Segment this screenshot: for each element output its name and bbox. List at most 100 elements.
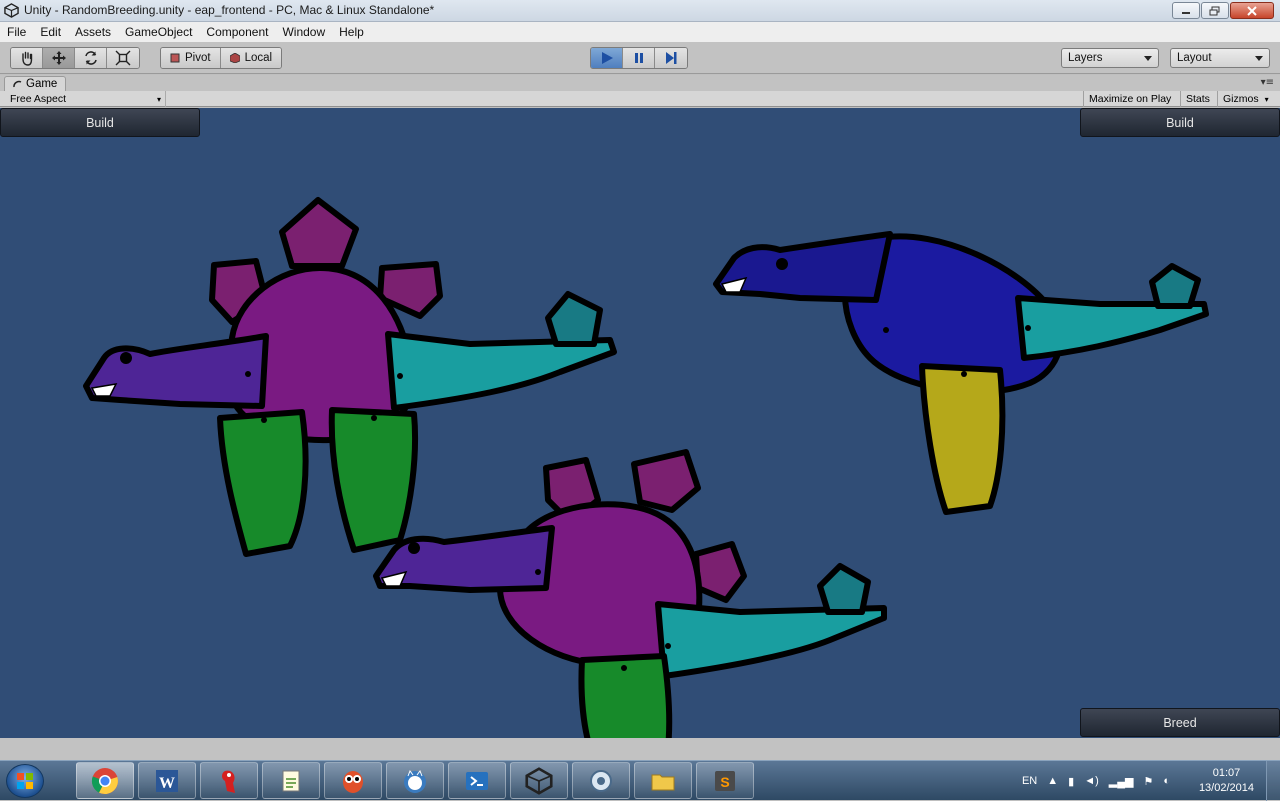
move-arrows-icon: [51, 51, 66, 65]
svg-text:W: W: [159, 775, 175, 792]
clock[interactable]: 01:07 13/02/2014: [1199, 766, 1254, 796]
network-icon[interactable]: ▮: [1068, 775, 1074, 788]
layout-dropdown[interactable]: Layout: [1170, 48, 1270, 68]
play-button[interactable]: [591, 48, 623, 68]
status-bar: [0, 738, 1280, 760]
unity-logo-icon: [4, 3, 19, 18]
menu-assets[interactable]: Assets: [68, 25, 118, 39]
step-button[interactable]: [655, 48, 687, 68]
clock-time: 01:07: [1212, 767, 1241, 779]
gizmos-dropdown[interactable]: Gizmos ▾: [1217, 91, 1274, 107]
local-label: Local: [244, 52, 273, 64]
menu-help[interactable]: Help: [332, 25, 371, 39]
creature-1[interactable]: [83, 197, 617, 557]
chevron-down-icon: ▾: [1264, 94, 1269, 104]
windows-taskbar: W S EN ▲ ▮ ◄) ▂▄▆ ⚑ ◐ 01:07 13/02/2014: [0, 760, 1280, 801]
taskbar-chrome[interactable]: [76, 762, 134, 799]
creature-3-eye: [408, 542, 420, 554]
rotate-tool-button[interactable]: [75, 48, 107, 68]
pivot-toggle-group: Pivot Local: [160, 47, 283, 69]
taskbar-unity[interactable]: [510, 762, 568, 799]
local-cube-icon: [229, 53, 240, 63]
pivot-icon: [170, 53, 180, 63]
build-button-right-label: Build: [1166, 115, 1194, 130]
flag-icon[interactable]: ⚑: [1143, 775, 1153, 788]
taskbar-remote[interactable]: [572, 762, 630, 799]
unity-icon: [525, 766, 553, 795]
minimize-button[interactable]: [1172, 2, 1200, 19]
menu-gameobject[interactable]: GameObject: [118, 25, 199, 39]
chevron-down-icon: [1144, 55, 1152, 61]
windows-logo-icon: [17, 773, 33, 789]
menu-window[interactable]: Window: [275, 25, 332, 39]
taskbar-cat[interactable]: [386, 762, 444, 799]
taskbar-parrot[interactable]: [200, 762, 258, 799]
build-button-left[interactable]: Build: [0, 108, 200, 137]
stats-toggle[interactable]: Stats: [1180, 91, 1215, 107]
taskbar-powershell[interactable]: [448, 762, 506, 799]
layout-label: Layout: [1177, 52, 1212, 64]
volume-icon[interactable]: ◄): [1084, 775, 1099, 787]
creature-1-tail-spike: [545, 291, 603, 347]
chrome-icon: [91, 767, 118, 794]
creature-2-joint: [1025, 325, 1031, 331]
layers-dropdown[interactable]: Layers: [1061, 48, 1159, 68]
scale-tool-button[interactable]: [107, 48, 139, 68]
menu-component[interactable]: Component: [199, 25, 275, 39]
creature-2[interactable]: [713, 231, 1209, 515]
chevron-down-icon: [1255, 55, 1263, 61]
creature-3-joint: [535, 569, 541, 575]
pivot-button[interactable]: Pivot: [161, 48, 221, 68]
language-indicator[interactable]: EN: [1022, 775, 1037, 787]
breed-button-label: Breed: [1163, 715, 1197, 730]
sublime-icon: S: [715, 770, 735, 791]
taskbar-explorer[interactable]: [634, 762, 692, 799]
taskbar-sublime[interactable]: S: [696, 762, 754, 799]
hand-tool-button[interactable]: [11, 48, 43, 68]
start-button[interactable]: [6, 764, 44, 798]
clock-date: 13/02/2014: [1198, 782, 1254, 794]
notepad-icon: [282, 770, 300, 791]
creature-3[interactable]: [373, 449, 887, 738]
aspect-label: Free Aspect: [10, 93, 67, 105]
creature-2-joint: [961, 371, 967, 377]
menu-edit[interactable]: Edit: [33, 25, 68, 39]
creature-1-joint: [371, 415, 377, 421]
signal-icon[interactable]: ▂▄▆: [1109, 775, 1134, 788]
aspect-dropdown[interactable]: Free Aspect ▾: [6, 91, 166, 107]
creature-1-joint: [245, 371, 251, 377]
creature-3-back-plate: [631, 449, 701, 513]
system-tray: EN ▲ ▮ ◄) ▂▄▆ ⚑ ◐: [1022, 761, 1170, 801]
toolbar: Pivot Local Layers Layout: [0, 42, 1280, 74]
build-button-right[interactable]: Build: [1080, 108, 1280, 137]
window-title: Unity - RandomBreeding.unity - eap_front…: [24, 3, 435, 17]
game-viewport[interactable]: Build Build Breed: [0, 108, 1280, 738]
play-icon: [601, 52, 613, 64]
show-desktop-button[interactable]: [1266, 761, 1280, 801]
taskbar-owl[interactable]: [324, 762, 382, 799]
tray-expand-icon[interactable]: ▲: [1047, 775, 1058, 787]
local-button[interactable]: Local: [220, 48, 282, 68]
creature-1-neck-head: [83, 333, 269, 409]
pause-button[interactable]: [623, 48, 655, 68]
tab-game[interactable]: Game: [4, 76, 67, 91]
breed-button[interactable]: Breed: [1080, 708, 1280, 737]
close-button[interactable]: [1230, 2, 1274, 19]
maximize-on-play-toggle[interactable]: Maximize on Play: [1083, 91, 1176, 107]
folder-icon: [651, 774, 675, 790]
creature-2-leg: [919, 363, 1006, 515]
restore-button[interactable]: [1201, 2, 1229, 19]
menu-file[interactable]: File: [0, 25, 33, 39]
powershell-icon: [466, 771, 488, 790]
creature-1-back-plate: [279, 197, 359, 269]
creature-1-eye: [120, 352, 132, 364]
taskbar-word[interactable]: W: [138, 762, 196, 799]
update-icon[interactable]: ◐: [1163, 775, 1170, 787]
taskbar-notepad[interactable]: [262, 762, 320, 799]
move-tool-button[interactable]: [43, 48, 75, 68]
hand-icon: [21, 51, 32, 66]
creature-3-joint: [621, 665, 627, 671]
rotate-icon: [84, 51, 97, 65]
creature-1-leg: [217, 409, 309, 557]
tab-menu-icon[interactable]: ▾≡: [1261, 77, 1274, 88]
